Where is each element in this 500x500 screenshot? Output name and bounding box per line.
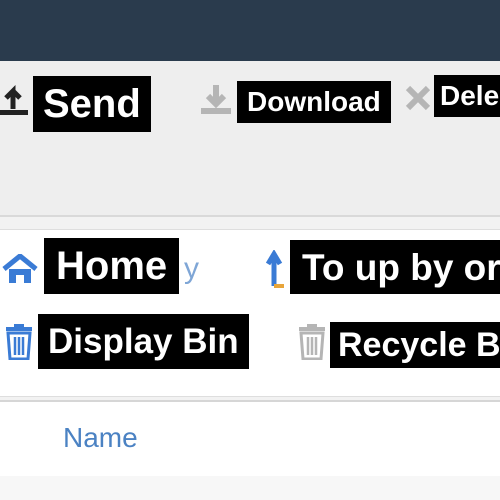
file-list-header: Name <box>0 400 500 477</box>
file-list-row[interactable] <box>0 476 500 500</box>
download-icon[interactable] <box>200 83 232 115</box>
up-arrow-icon[interactable] <box>266 250 288 288</box>
delete-button[interactable]: Dele <box>434 75 500 117</box>
name-column-header[interactable]: Name <box>63 422 138 454</box>
home-overlap-text: y <box>184 252 199 285</box>
display-bin-button[interactable]: Display Bin <box>38 314 249 369</box>
trash-icon[interactable] <box>4 324 34 360</box>
navigation-panel: y Home To up by or Display Bin Recycle B <box>0 229 500 397</box>
toolbar: Send Download Dele <box>0 61 500 217</box>
home-button[interactable]: Home <box>44 238 180 294</box>
trash-icon[interactable] <box>297 324 327 360</box>
go-up-button[interactable]: To up by or <box>290 240 500 294</box>
close-icon[interactable] <box>405 85 431 111</box>
recycle-bin-button[interactable]: Recycle B <box>330 322 500 368</box>
send-button[interactable]: Send <box>33 76 151 132</box>
window-title-bar <box>0 0 500 61</box>
download-button[interactable]: Download <box>237 81 391 123</box>
home-icon[interactable] <box>2 254 38 284</box>
upload-icon[interactable] <box>0 81 30 115</box>
